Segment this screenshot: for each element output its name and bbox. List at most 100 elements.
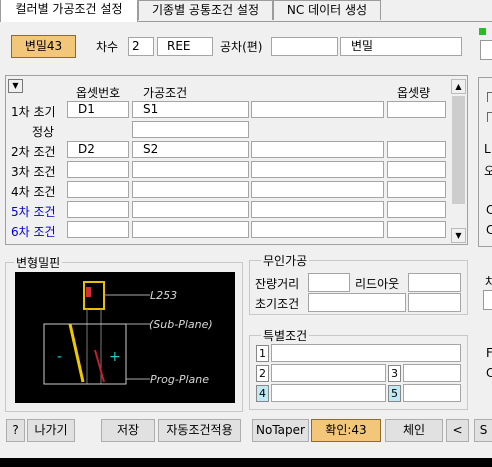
grid-row-label: 1차 초기 bbox=[11, 105, 56, 119]
exit-button[interactable]: 나가기 bbox=[27, 419, 75, 442]
remaining-field[interactable] bbox=[308, 273, 350, 292]
remaining-label: 잔량거리 bbox=[255, 277, 300, 291]
grid-cell-extra[interactable] bbox=[251, 181, 384, 198]
tab-nc-data[interactable]: NC 데이터 생성 bbox=[273, 0, 381, 20]
s-button[interactable]: S bbox=[474, 419, 492, 442]
grid-cell-offset-no[interactable]: D1 bbox=[67, 101, 129, 118]
preview-canvas: - + L253 (Sub-Plane) Prog-Plane bbox=[15, 272, 235, 403]
unmanned-title: 무인가공 bbox=[261, 252, 310, 269]
grid-cell-condition[interactable]: S1 bbox=[132, 101, 249, 118]
grid-cell-offset-amount[interactable] bbox=[387, 101, 446, 118]
grid-cell-condition[interactable]: S2 bbox=[132, 141, 249, 158]
grid-cell-offset-no[interactable] bbox=[67, 161, 129, 178]
grid-cell-extra[interactable] bbox=[251, 141, 384, 158]
notaper-button[interactable]: NoTaper bbox=[252, 419, 309, 442]
special-num-1: 1 bbox=[256, 345, 269, 362]
mill-field[interactable]: 변밀 bbox=[340, 37, 462, 56]
special-title: 특별조건 bbox=[261, 327, 310, 344]
scroll-up-icon[interactable]: ▲ bbox=[451, 79, 466, 94]
taskbar-strip bbox=[0, 458, 492, 467]
prev-button[interactable]: < bbox=[446, 419, 469, 442]
special-num-2: 2 bbox=[256, 365, 269, 382]
grid-cell-offset-amount[interactable] bbox=[387, 181, 446, 198]
prog-plane-label: Prog-Plane bbox=[150, 373, 209, 386]
initial-label: 초기조건 bbox=[255, 297, 300, 311]
special-field-4[interactable] bbox=[271, 384, 386, 402]
right-partial-check-1[interactable] bbox=[487, 92, 492, 102]
help-button[interactable]: ? bbox=[6, 419, 25, 442]
grid-cell-condition[interactable] bbox=[132, 201, 249, 218]
grid-cell-condition[interactable] bbox=[132, 181, 249, 198]
special-num-5: 5 bbox=[388, 385, 401, 402]
special-field-2[interactable] bbox=[271, 364, 386, 382]
status-indicator bbox=[479, 28, 486, 35]
initial-field[interactable] bbox=[308, 293, 406, 312]
code-field[interactable]: REE bbox=[157, 37, 213, 56]
right-partial-c2: C bbox=[486, 223, 492, 237]
grid-cell-offset-no[interactable] bbox=[67, 181, 129, 198]
sub-plane-label: (Sub-Plane) bbox=[149, 318, 213, 331]
special-field-3[interactable] bbox=[403, 364, 461, 382]
special-num-4: 4 bbox=[256, 385, 269, 402]
tolerance-label: 공차(편) bbox=[220, 40, 263, 54]
grid-cell-condition[interactable] bbox=[132, 161, 249, 178]
grid-row-label: 3차 조건 bbox=[11, 165, 56, 179]
wire-line bbox=[94, 349, 105, 383]
leadout-label: 리드아웃 bbox=[355, 277, 400, 291]
grid-dropdown-icon[interactable]: ▼ bbox=[8, 79, 23, 93]
tab-model-common[interactable]: 기종별 공통조건 설정 bbox=[138, 0, 273, 20]
grid-cell-offset-amount[interactable] bbox=[387, 141, 446, 158]
col-condition: 가공조건 bbox=[143, 86, 188, 100]
leadout-field[interactable] bbox=[408, 273, 461, 292]
grid-cell-offset-no[interactable] bbox=[67, 221, 129, 238]
grid-row-label: 2차 조건 bbox=[11, 145, 56, 159]
col-offset-no: 옵셋번호 bbox=[76, 86, 121, 100]
pin-head-mark bbox=[86, 287, 91, 297]
grid-row-label: 4차 조건 bbox=[11, 185, 56, 199]
right-partial-field[interactable] bbox=[480, 40, 492, 60]
grid-cell-extra[interactable] bbox=[251, 161, 384, 178]
special-num-3: 3 bbox=[388, 365, 401, 382]
grid-row-label: 6차 조건 bbox=[11, 225, 56, 239]
right-partial-o: 오 bbox=[484, 164, 492, 178]
confirm-button[interactable]: 확인:43 bbox=[311, 419, 381, 442]
col-offset-amount: 옵셋량 bbox=[397, 86, 431, 100]
grid-cell-offset-no[interactable] bbox=[67, 201, 129, 218]
tolerance-field[interactable] bbox=[271, 37, 338, 56]
scroll-thumb[interactable] bbox=[452, 96, 465, 204]
initial-field-2[interactable] bbox=[408, 293, 461, 312]
grid-row-label: 정상 bbox=[32, 125, 55, 139]
grid-cell-offset-amount[interactable] bbox=[387, 201, 446, 218]
order-field[interactable]: 2 bbox=[128, 37, 154, 56]
grid-scrollbar[interactable]: ▲ ▼ bbox=[450, 78, 467, 244]
grid-cell-offset-no[interactable]: D2 bbox=[67, 141, 129, 158]
right-partial-check-2[interactable] bbox=[487, 112, 492, 122]
grid-cell-extra[interactable] bbox=[251, 101, 384, 118]
grid-cell-extra[interactable] bbox=[251, 201, 384, 218]
right-partial-ch: 차 bbox=[485, 275, 492, 289]
grid-cell-extra[interactable] bbox=[251, 221, 384, 238]
right-partial-c3: C bbox=[486, 366, 492, 380]
scroll-down-icon[interactable]: ▼ bbox=[451, 228, 466, 243]
save-button[interactable]: 저장 bbox=[101, 419, 155, 442]
right-partial-l: L bbox=[484, 142, 491, 156]
auto-condition-button[interactable]: 자동조건적용 bbox=[158, 419, 241, 442]
plus-sign: + bbox=[109, 349, 121, 365]
chain-button[interactable]: 체인 bbox=[385, 419, 443, 442]
order-label: 차수 bbox=[96, 40, 119, 54]
grid-row-label: 5차 조건 bbox=[11, 205, 56, 219]
grid-cell-condition[interactable] bbox=[132, 221, 249, 238]
right-partial-field-2[interactable] bbox=[483, 290, 492, 310]
tab-color-conditions[interactable]: 컬러별 가공조건 설정 bbox=[0, 0, 138, 22]
special-field-5[interactable] bbox=[403, 384, 461, 402]
minus-sign: - bbox=[57, 349, 62, 365]
right-partial-c1: C bbox=[486, 203, 492, 217]
l-label: L253 bbox=[150, 289, 177, 302]
special-field-1[interactable] bbox=[271, 344, 461, 362]
mold-button[interactable]: 변밀43 bbox=[11, 35, 76, 58]
grid-cell-offset-amount[interactable] bbox=[387, 221, 446, 238]
preview-title: 변형밀핀 bbox=[14, 254, 63, 271]
grid-cell-offset-amount[interactable] bbox=[387, 161, 446, 178]
grid-cell-condition[interactable] bbox=[132, 121, 249, 138]
right-partial-f: F bbox=[486, 346, 492, 360]
